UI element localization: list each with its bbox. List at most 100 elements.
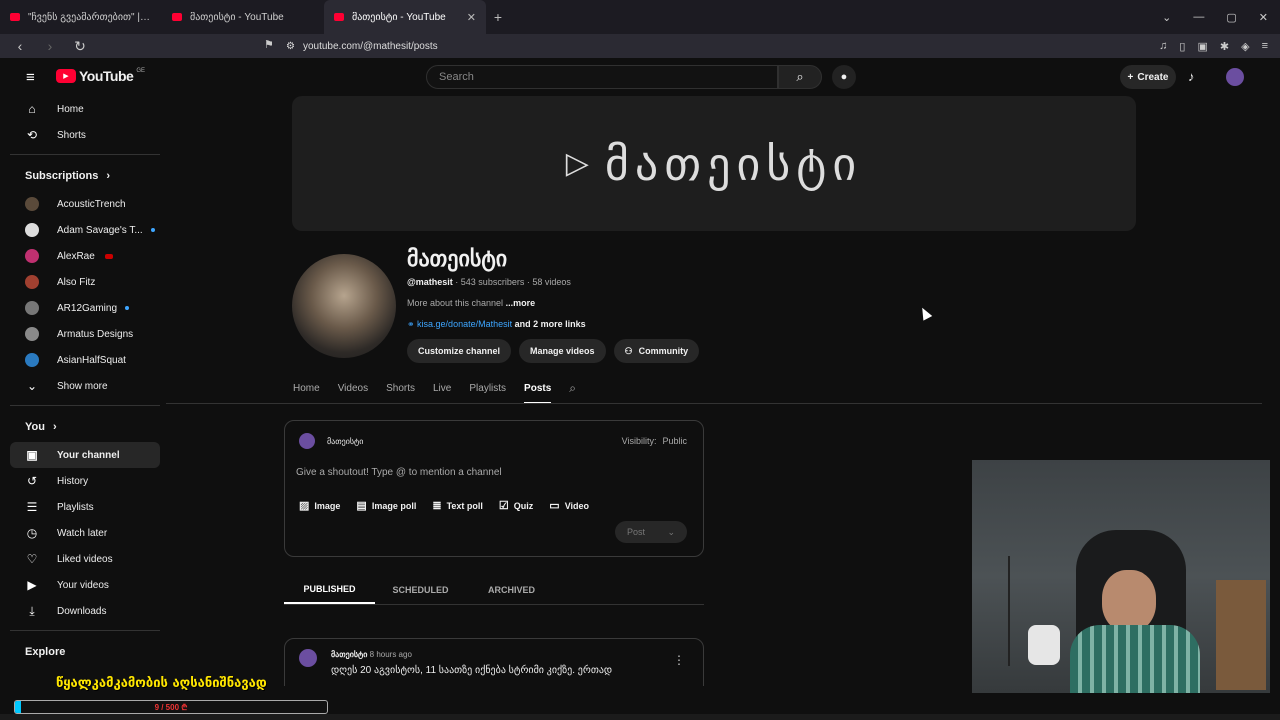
extensions-icon[interactable]: ✱ [1220,40,1229,53]
visibility-label: Visibility: [621,436,657,446]
post-composer: მათეისტი Visibility: Public Give a shout… [284,420,704,557]
sidebar-item-your-videos[interactable]: ▶ Your videos [10,572,160,598]
subscription-item[interactable]: AcousticTrench [10,191,160,217]
create-button[interactable]: + Create [1120,65,1176,89]
visibility-selector[interactable]: Visibility: Public [622,436,687,446]
post-text-input[interactable]: Give a shoutout! Type @ to mention a cha… [296,467,502,478]
channel-description[interactable]: More about this channel ...more [407,298,535,308]
donate-link[interactable]: ⚭ kisa.ge/donate/Mathesit [407,319,512,329]
sidebar-item-watch-later[interactable]: ◷ Watch later [10,520,160,546]
subscription-item[interactable]: AlexRae [10,243,160,269]
tab-live[interactable]: Live [433,376,451,400]
close-window-icon[interactable]: ✕ [1259,11,1268,24]
channel-meta: @mathesit · 543 subscribers · 58 videos [407,277,571,287]
tab-home[interactable]: Home [293,376,320,400]
sidebar-item-label: Downloads [57,605,107,617]
post-button[interactable]: Post ⌄ [615,521,687,543]
search-input[interactable]: Search [426,65,778,89]
customize-channel-button[interactable]: Customize channel [407,339,512,363]
sidebar-icon[interactable]: ▯ [1179,40,1185,53]
tab-videos[interactable]: Videos [338,376,368,400]
video-button[interactable]: ▭ Video [549,499,589,512]
browser-tab-2[interactable]: მათეისტი - YouTube ✕ [324,0,486,34]
post-author[interactable]: მათეისტი [331,650,367,659]
sidebar-item-label: Shorts [57,129,86,141]
search-icon: ⌕ [796,69,804,84]
more-links[interactable]: and 2 more links [512,319,586,329]
show-more-button[interactable]: ⌄ Show more [10,373,160,399]
account-avatar[interactable] [1226,68,1244,86]
subscription-item[interactable]: AR12Gaming [10,295,160,321]
subscription-item[interactable]: Armatus Designs [10,321,160,347]
sidebar-you-header[interactable]: You › [10,412,160,442]
sidebar-subscriptions-header[interactable]: Subscriptions › [10,161,160,191]
subscription-item[interactable]: Also Fitz [10,269,160,295]
image-poll-button[interactable]: ▤ Image poll [356,499,416,512]
close-tab-icon[interactable]: ✕ [467,11,476,24]
hamburger-menu-icon[interactable]: ≡ [26,69,35,86]
section-title: You [25,421,45,433]
sidebar-item-liked-videos[interactable]: ♡ Liked videos [10,546,160,572]
tab-shorts[interactable]: Shorts [386,376,415,400]
sidebar-item-downloads[interactable]: ⤓ Downloads [10,598,160,624]
bookmark-icon[interactable]: ⚑ [264,38,274,51]
youtube-favicon-icon [334,13,344,21]
sidebar-item-label: Watch later [57,527,108,539]
community-button[interactable]: ⚇ Community [613,339,700,363]
subscription-item[interactable]: AsianHalfSquat [10,347,160,373]
new-content-dot [125,306,130,310]
sidebar-item-playlists[interactable]: ☰ Playlists [10,494,160,520]
channel-avatar [25,275,39,289]
composer-avatar [299,433,315,449]
wallet-icon[interactable]: ▣ [1197,40,1207,53]
more-vert-icon[interactable]: ⋮ [673,653,685,667]
tab-scheduled[interactable]: SCHEDULED [375,576,466,604]
tab-posts[interactable]: Posts [524,376,552,404]
sidebar-item-home[interactable]: ⌂ Home [10,96,160,122]
chevron-down-icon[interactable]: ⌄ [667,527,675,538]
channel-avatar-large[interactable] [292,254,396,358]
sidebar-item-history[interactable]: ↺ History [10,468,160,494]
sidebar-item-your-channel[interactable]: ▣ Your channel [10,442,160,468]
tab-published[interactable]: PUBLISHED [284,576,375,604]
new-tab-icon[interactable]: + [486,9,510,25]
your-channel-icon: ▣ [26,448,38,462]
back-icon[interactable]: ‹ [10,38,30,54]
sidebar-item-shorts[interactable]: ⟲ Shorts [10,122,160,148]
music-icon[interactable]: ♫ [1159,40,1167,52]
text-poll-icon: ≣ [432,500,442,512]
more-link[interactable]: ...more [503,298,536,308]
browser-tab-0[interactable]: "ჩვენს გვეამართებით" | სულიწმინდა [0,0,162,34]
menu-icon[interactable]: ≡ [1262,40,1268,52]
channel-handle: @mathesit [407,277,453,287]
subscription-label: AsianHalfSquat [57,354,126,366]
youtube-logo[interactable]: ▶ YouTube GE [56,68,145,84]
image-button[interactable]: ▨ Image [299,499,340,512]
maximize-icon[interactable]: ▢ [1226,11,1236,24]
voice-search-button[interactable]: ● [832,65,856,89]
home-icon: ⌂ [28,102,36,116]
post-author-avatar[interactable] [299,649,317,667]
reload-icon[interactable]: ↻ [70,38,90,55]
image-poll-icon: ▤ [356,500,367,512]
tab-archived[interactable]: ARCHIVED [466,576,557,604]
text-poll-button[interactable]: ≣ Text poll [432,499,483,512]
url-field[interactable]: ⚙ youtube.com/@mathesit/posts [286,36,996,56]
chevron-down-icon[interactable]: ⌄ [1162,11,1171,24]
window-controls: ⌄ — ▢ ✕ [1162,0,1268,34]
manage-videos-button[interactable]: Manage videos [519,339,606,363]
minimize-icon[interactable]: — [1193,11,1204,23]
site-settings-icon[interactable]: ⚙ [286,41,295,52]
channel-search-icon[interactable]: ⌕ [569,381,576,396]
webcam-lamp [1008,556,1010,666]
sidebar-divider [10,630,160,631]
tab-playlists[interactable]: Playlists [469,376,506,400]
browser-tab-1[interactable]: მათეისტი - YouTube [162,0,324,34]
search-button[interactable]: ⌕ [778,65,822,89]
quiz-button[interactable]: ☑ Quiz [499,499,533,512]
vpn-icon[interactable]: ◈ [1241,40,1249,53]
subscription-item[interactable]: Adam Savage's T... [10,217,160,243]
webcam-person-body [1070,625,1200,693]
forward-icon[interactable]: › [40,38,60,54]
notifications-bell-icon[interactable]: ♪ [1188,69,1195,84]
